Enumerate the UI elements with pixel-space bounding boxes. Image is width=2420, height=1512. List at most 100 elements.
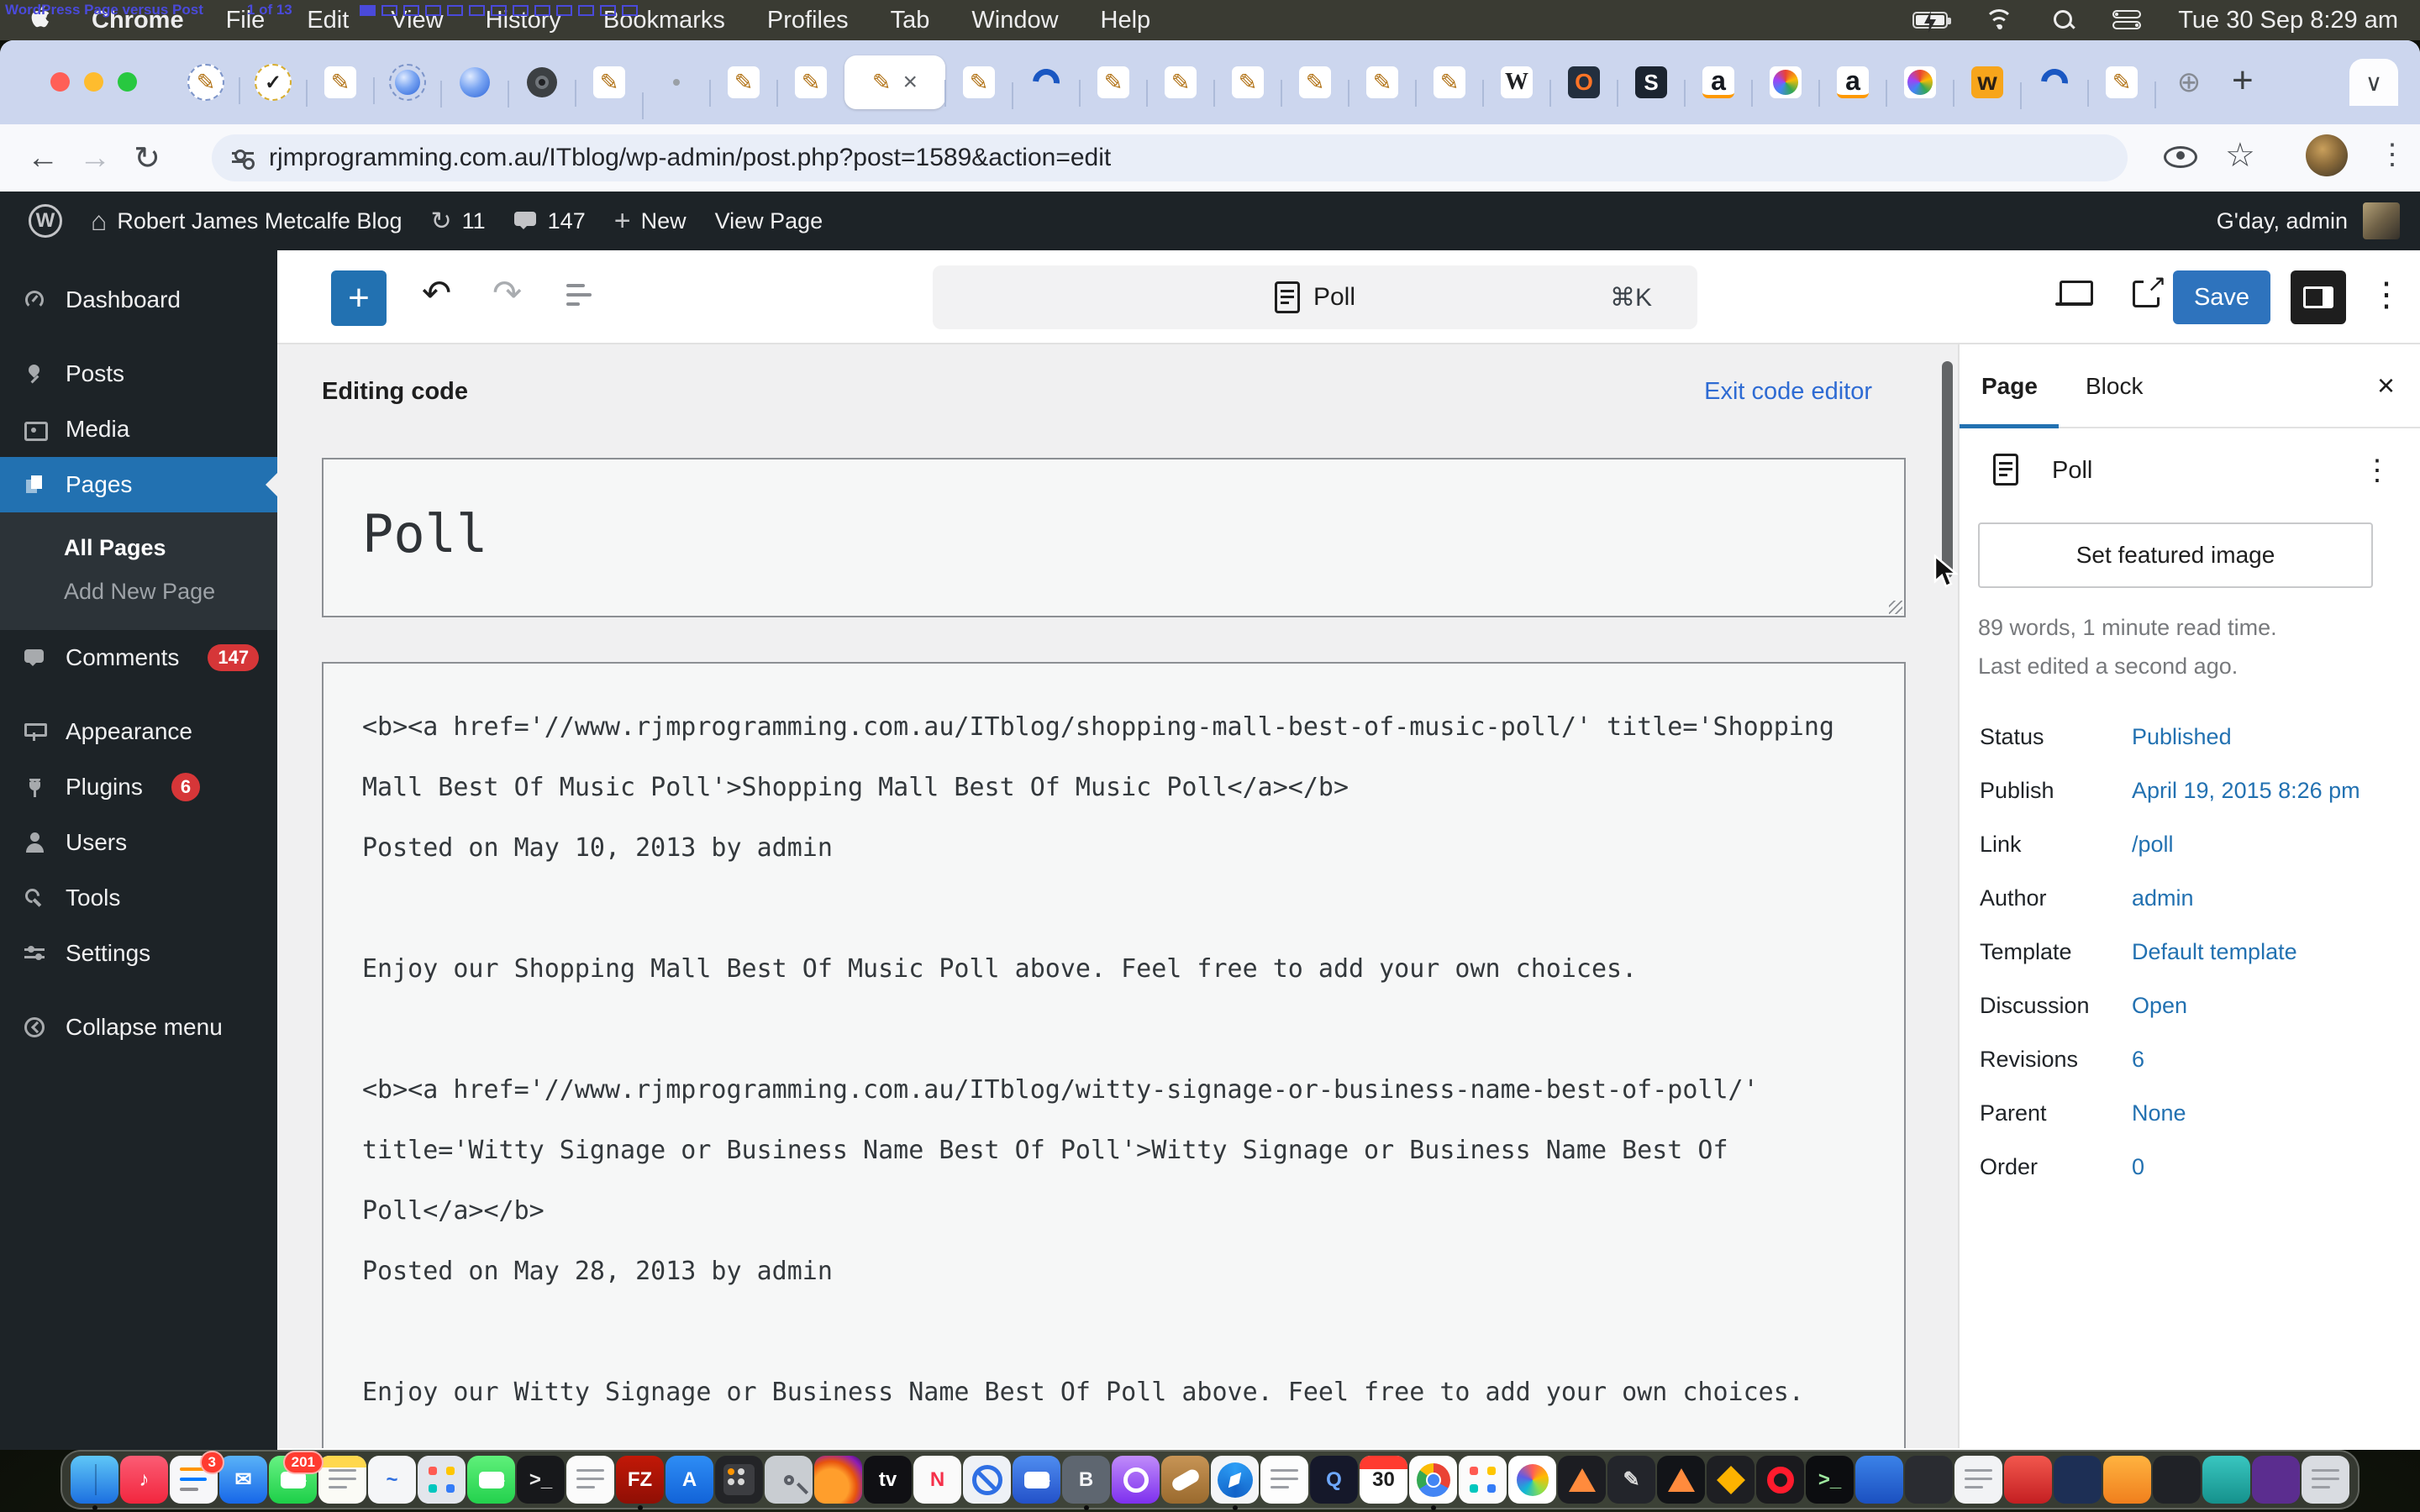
- admin-avatar[interactable]: [2363, 202, 2400, 239]
- editor-options-icon[interactable]: ⋮: [2370, 276, 2403, 314]
- field-value-link[interactable]: 6: [2132, 1047, 2144, 1073]
- dock-icon-affinity[interactable]: [1657, 1456, 1705, 1504]
- post-title-textarea[interactable]: Poll: [322, 458, 1906, 617]
- redo-button[interactable]: ↷: [492, 272, 522, 313]
- view-page-external-button[interactable]: [2133, 270, 2167, 307]
- tab-wp-edit[interactable]: ✎: [1146, 66, 1214, 107]
- menubar-item-profiles[interactable]: Profiles: [746, 7, 870, 34]
- tab-loading-arc[interactable]: [1012, 63, 1080, 109]
- new-tab-button[interactable]: +: [2232, 62, 2254, 99]
- tab-web-globe[interactable]: ⊕: [2154, 68, 2223, 108]
- greeting-text[interactable]: G'day, admin: [2217, 208, 2348, 234]
- dock-icon-terminal[interactable]: >_: [517, 1456, 565, 1504]
- dock-icon-photos[interactable]: [1508, 1456, 1556, 1504]
- tab-wp-edit-loading[interactable]: ✎: [172, 64, 239, 101]
- tab-colorful-dots[interactable]: [1886, 66, 1954, 107]
- sidebar-item-appearance[interactable]: Appearance: [0, 704, 277, 759]
- tab-task-complete[interactable]: ✓: [239, 64, 307, 104]
- dock-icon-bbedit[interactable]: B: [1062, 1456, 1110, 1510]
- document-overview-button[interactable]: [566, 284, 592, 309]
- dock-icon-messages[interactable]: 201: [269, 1451, 324, 1504]
- tab-colorful-dots[interactable]: [1751, 66, 1819, 107]
- new-content-link[interactable]: + New: [614, 205, 687, 238]
- comments-link[interactable]: 147: [513, 208, 586, 234]
- bookmark-star-icon[interactable]: ☆: [2225, 136, 2255, 175]
- dock-icon-app-dark-2[interactable]: [2153, 1456, 2201, 1504]
- address-bar[interactable]: rjmprogramming.com.au/ITblog/wp-admin/po…: [212, 134, 2128, 181]
- sidebar-item-media[interactable]: Media: [0, 402, 277, 457]
- exit-code-editor-link[interactable]: Exit code editor: [1704, 378, 1872, 406]
- tab-wp-edit[interactable]: ✎: [1281, 66, 1349, 107]
- tab-sphere[interactable]: [440, 67, 508, 108]
- tab-wp-edit[interactable]: ✎: [944, 66, 1013, 107]
- field-value-link[interactable]: None: [2132, 1100, 2186, 1126]
- sidebar-subitem-add-new-page[interactable]: Add New Page: [0, 570, 277, 613]
- dock-icon-app-orange[interactable]: [2103, 1456, 2151, 1504]
- dock-icon-notes[interactable]: [318, 1456, 366, 1504]
- sidebar-item-users[interactable]: Users: [0, 815, 277, 870]
- dock-icon-app-store[interactable]: A: [666, 1456, 713, 1504]
- dock-icon-calculator[interactable]: [715, 1456, 763, 1504]
- dock-icon-app-blue[interactable]: [1855, 1456, 1903, 1504]
- zoom-window-button[interactable]: [118, 72, 137, 92]
- tab-amazon[interactable]: a: [1818, 66, 1886, 107]
- close-window-button[interactable]: [50, 72, 70, 92]
- tab-wp-edit[interactable]: ✎: [575, 66, 643, 107]
- dock-icon-screen-block[interactable]: [963, 1456, 1011, 1504]
- wp-logo-menu[interactable]: W: [29, 204, 62, 238]
- sidebar-item-posts[interactable]: Posts: [0, 346, 277, 402]
- tab-oreilly[interactable]: O: [1549, 66, 1618, 107]
- tab-search-button[interactable]: ∨: [2349, 59, 2398, 106]
- sidebar-item-dashboard[interactable]: Dashboard: [0, 272, 277, 328]
- dock-icon-iterm[interactable]: >_: [1806, 1456, 1854, 1504]
- sidebar-item-comments[interactable]: Comments 147: [0, 630, 277, 685]
- sidebar-item-collapse-menu[interactable]: Collapse menu: [0, 1000, 277, 1055]
- wifi-icon[interactable]: [1985, 9, 2015, 31]
- dock-icon-finder[interactable]: [71, 1456, 118, 1510]
- post-content-textarea[interactable]: <b><a href='//www.rjmprogramming.com.au/…: [322, 662, 1906, 1448]
- tab-wp-edit[interactable]: ✎: [1213, 66, 1281, 107]
- dock-icon-app-navy[interactable]: [2054, 1456, 2102, 1504]
- dock-icon-chrome[interactable]: [1409, 1456, 1457, 1510]
- menubar-clock[interactable]: Tue 30 Sep 8:29 am: [2178, 7, 2398, 34]
- field-value-link[interactable]: April 19, 2015 8:26 pm: [2132, 778, 2360, 804]
- tab-wp-edit[interactable]: ✎: [1348, 66, 1416, 107]
- save-button[interactable]: Save: [2173, 270, 2270, 324]
- forward-button[interactable]: →: [69, 140, 121, 176]
- menubar-item-help[interactable]: Help: [1080, 7, 1172, 34]
- profile-avatar[interactable]: [2306, 134, 2348, 176]
- dock-icon-quicktime[interactable]: Q: [1310, 1456, 1358, 1504]
- url-text[interactable]: rjmprogramming.com.au/ITblog/wp-admin/po…: [269, 144, 1111, 172]
- tab-chrome-page[interactable]: [508, 67, 576, 108]
- tab-wp-edit[interactable]: ✎: [1079, 66, 1147, 107]
- battery-charging-icon[interactable]: [1912, 11, 1952, 33]
- dock-icon-news[interactable]: N: [913, 1456, 961, 1504]
- field-value-link[interactable]: Published: [2132, 724, 2232, 750]
- tab-wp-post-editor-active[interactable]: ✎ ×: [844, 55, 945, 109]
- spotlight-search-icon[interactable]: [2052, 8, 2075, 32]
- dock-icon-graphic-pen[interactable]: ✎: [1607, 1456, 1655, 1504]
- tab-wikipedia[interactable]: W: [1482, 66, 1550, 107]
- dock-icon-keychain[interactable]: [765, 1456, 813, 1504]
- back-button[interactable]: ←: [17, 140, 69, 176]
- tab-blank[interactable]: [642, 79, 710, 119]
- sidebar-item-settings[interactable]: Settings: [0, 926, 277, 981]
- set-featured-image-button[interactable]: Set featured image: [1978, 522, 2373, 588]
- tab-wp-edit[interactable]: ✎: [709, 66, 777, 107]
- view-devices-button[interactable]: [2055, 281, 2093, 309]
- view-page-link[interactable]: View Page: [715, 208, 823, 234]
- dock-icon-launchpad[interactable]: [418, 1456, 466, 1504]
- field-value-link[interactable]: Open: [2132, 993, 2187, 1019]
- editor-scrollbar-thumb[interactable]: [1942, 361, 1953, 578]
- dock-icon-opera[interactable]: [1756, 1456, 1804, 1504]
- tab-close-icon[interactable]: ×: [903, 70, 918, 95]
- menubar-item-window[interactable]: Window: [950, 7, 1079, 34]
- block-inserter-button[interactable]: +: [331, 270, 387, 326]
- minimize-window-button[interactable]: [84, 72, 103, 92]
- settings-panel-toggle[interactable]: [2291, 270, 2346, 324]
- field-value-link[interactable]: /poll: [2132, 832, 2174, 858]
- field-value-link[interactable]: admin: [2132, 885, 2194, 911]
- sidebar-item-tools[interactable]: Tools: [0, 870, 277, 926]
- summary-options-icon[interactable]: ⋮: [2363, 454, 2391, 487]
- dock-icon-sketch[interactable]: [1707, 1456, 1754, 1504]
